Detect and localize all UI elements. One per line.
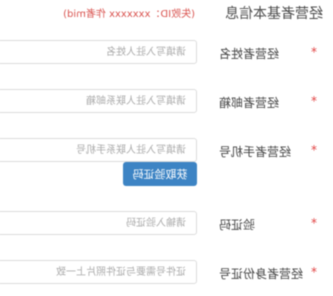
operator-phone-input[interactable]	[0, 138, 197, 162]
required-marker: *	[311, 143, 317, 157]
operator-phone-label: 经营者手机号	[219, 145, 292, 159]
mirrored-form-view: 经营者基本信息 (失败ID：xxxxxxx 作者mid) * 经营者姓名 * 经…	[0, 0, 333, 296]
section-subtitle: (失败ID：xxxxxxx 作者mid)	[63, 9, 195, 20]
verification-code-row: * 验证码	[0, 211, 333, 237]
required-marker: *	[311, 265, 317, 279]
section-title: 经营者基本信息	[225, 6, 323, 22]
operator-email-row: * 经营者邮箱	[0, 89, 333, 115]
operator-id-input[interactable]	[0, 260, 197, 284]
required-marker: *	[311, 216, 317, 230]
operator-email-label: 经营者邮箱	[219, 96, 280, 110]
operator-id-label: 经营者身份证号	[219, 267, 304, 281]
section-header: 经营者基本信息 (失败ID：xxxxxxx 作者mid)	[0, 0, 333, 24]
operator-name-row: * 经营者姓名	[0, 40, 333, 66]
verification-code-label: 验证码	[219, 218, 256, 232]
operator-phone-row: * 经营者手机号	[0, 138, 333, 164]
operator-name-input[interactable]	[0, 40, 197, 64]
required-marker: *	[311, 45, 317, 59]
operator-name-label: 经营者姓名	[219, 47, 280, 61]
operator-id-row: * 经营者身份证号	[0, 260, 333, 286]
get-verification-code-button[interactable]: 获取验证码	[123, 162, 197, 186]
verification-code-input[interactable]	[0, 211, 197, 235]
required-marker: *	[311, 94, 317, 108]
operator-email-input[interactable]	[0, 89, 197, 113]
